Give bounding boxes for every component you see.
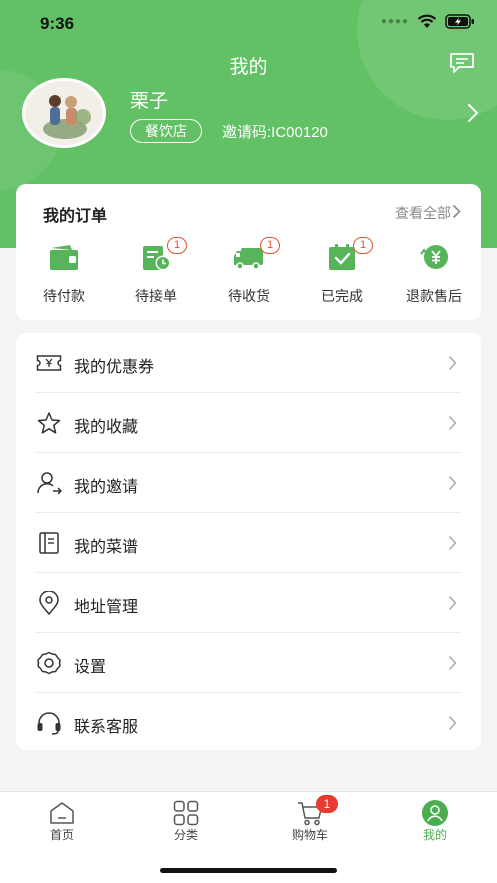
- chevron-right-icon: [448, 715, 457, 731]
- menu-item-recipes[interactable]: 我的菜谱: [36, 513, 461, 573]
- menu-item-customer-service[interactable]: 联系客服: [36, 693, 461, 753]
- star-icon: [37, 412, 61, 434]
- chevron-right-icon[interactable]: [452, 204, 461, 219]
- tab-label: 分类: [173, 828, 198, 842]
- tab-cart[interactable]: 1 购物车: [248, 792, 372, 852]
- headset-icon: [37, 712, 61, 735]
- menu-item-label: 我的菜谱: [74, 539, 139, 556]
- chevron-right-icon[interactable]: [467, 103, 479, 123]
- battery-charging-icon: [445, 14, 474, 29]
- avatar-image: [25, 81, 103, 145]
- location-pin-icon: [39, 591, 59, 615]
- profile-icon: [422, 800, 448, 826]
- order-status-label: 待收货: [228, 288, 270, 304]
- signal-dots-icon: ●●●●: [380, 16, 409, 27]
- menu-item-coupons[interactable]: 我的优惠券: [36, 333, 461, 393]
- coupon-icon: [36, 355, 62, 371]
- order-status-refund[interactable]: 退款售后: [389, 236, 479, 314]
- wallet-icon: [50, 245, 78, 270]
- status-bar: 9:36 ●●●●: [0, 0, 497, 48]
- menu-item-invitations[interactable]: 我的邀请: [36, 453, 461, 513]
- wifi-icon: [417, 14, 437, 28]
- menu-item-label: 我的优惠券: [74, 359, 155, 376]
- order-status-completed[interactable]: 1 已完成: [297, 236, 387, 314]
- tab-label: 购物车: [291, 828, 328, 842]
- menu-item-label: 我的收藏: [74, 419, 139, 436]
- view-all-orders-link[interactable]: 查看全部: [395, 203, 451, 223]
- order-status-pending-payment[interactable]: 待付款: [19, 236, 109, 314]
- gear-icon: [37, 651, 61, 675]
- page-title: 我的: [229, 57, 268, 78]
- tab-label: 首页: [49, 828, 74, 842]
- category-grid-icon: [173, 800, 199, 826]
- order-card: 我的订单 查看全部 待付款 1 待接单 1 待收货 1 已完成 退款售后: [16, 184, 481, 320]
- order-count-badge: 1: [353, 237, 373, 254]
- order-status-label: 待接单: [135, 288, 177, 304]
- cart-count-badge: 1: [316, 795, 338, 813]
- order-status-label: 已完成: [321, 288, 363, 304]
- chevron-right-icon: [448, 535, 457, 551]
- order-section-title: 我的订单: [43, 208, 108, 225]
- menu-item-label: 设置: [74, 659, 107, 676]
- store-type-badge: 餐饮店: [130, 119, 202, 143]
- tab-profile[interactable]: 我的: [373, 792, 497, 852]
- tab-home[interactable]: 首页: [0, 792, 124, 852]
- tab-label: 我的: [422, 828, 447, 842]
- chevron-right-icon: [448, 595, 457, 611]
- order-status-label: 退款售后: [406, 288, 462, 304]
- chevron-right-icon: [448, 475, 457, 491]
- menu-item-address[interactable]: 地址管理: [36, 573, 461, 633]
- user-name: 栗子: [130, 91, 169, 112]
- invite-user-icon: [37, 472, 62, 495]
- chevron-right-icon: [448, 655, 457, 671]
- message-icon[interactable]: [449, 52, 475, 74]
- menu-list: 我的优惠券 我的收藏 我的邀请 我的菜谱 地址管理 设置 联系客服: [16, 333, 481, 750]
- order-count-badge: 1: [260, 237, 280, 254]
- chevron-right-icon: [448, 415, 457, 431]
- tab-category[interactable]: 分类: [124, 792, 248, 852]
- order-status-pending-accept[interactable]: 1 待接单: [111, 236, 201, 314]
- menu-item-label: 联系客服: [74, 719, 139, 736]
- order-count-badge: 1: [167, 237, 187, 254]
- menu-item-label: 我的邀请: [74, 479, 139, 496]
- refund-yuan-icon: [420, 245, 448, 269]
- status-time: 9:36: [40, 14, 75, 33]
- order-status-label: 待付款: [43, 288, 85, 304]
- order-status-row: 待付款 1 待接单 1 待收货 1 已完成 退款售后: [16, 236, 481, 314]
- menu-item-settings[interactable]: 设置: [36, 633, 461, 693]
- home-icon: [50, 802, 74, 824]
- home-indicator: [160, 868, 337, 873]
- order-status-pending-receipt[interactable]: 1 待收货: [204, 236, 294, 314]
- recipe-book-icon: [39, 532, 59, 554]
- chevron-right-icon: [448, 355, 457, 371]
- invite-code: 邀请码:IC00120: [222, 124, 328, 141]
- menu-item-label: 地址管理: [74, 599, 139, 616]
- menu-item-favorites[interactable]: 我的收藏: [36, 393, 461, 453]
- status-icons: ●●●●: [381, 14, 475, 29]
- avatar[interactable]: [22, 78, 106, 148]
